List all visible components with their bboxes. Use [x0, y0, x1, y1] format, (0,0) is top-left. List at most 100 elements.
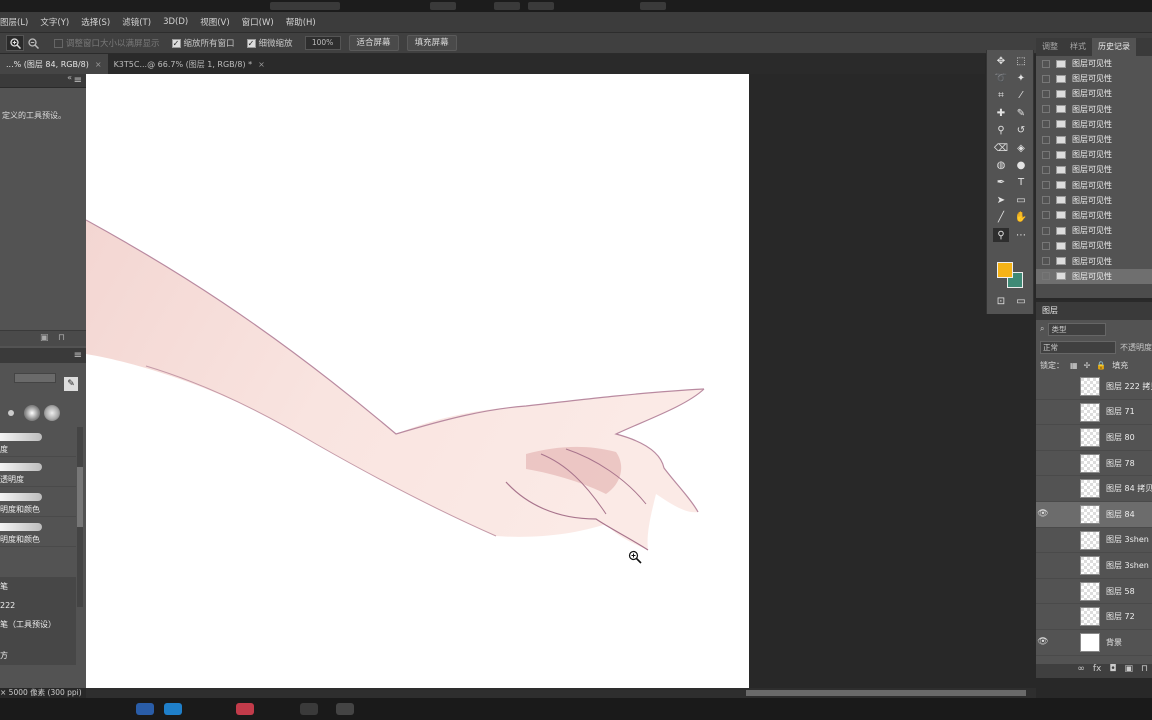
history-row[interactable]: 图层可见性 — [1036, 178, 1152, 193]
brush-settings-icon[interactable]: ✎ — [64, 377, 78, 391]
menu-help[interactable]: 帮助(H) — [286, 16, 316, 28]
marquee-icon[interactable]: ⬚ — [1013, 54, 1029, 68]
history-snapshot-box[interactable] — [1042, 135, 1050, 144]
history-snapshot-box[interactable] — [1042, 181, 1050, 190]
panel-menu-icon[interactable]: ≡ — [74, 75, 82, 86]
taskbar-app-icon[interactable] — [336, 703, 354, 715]
path-select-icon[interactable]: ➤ — [993, 193, 1009, 207]
delete-layer-icon[interactable]: ⊓ — [1141, 664, 1148, 678]
type-icon[interactable]: T — [1013, 176, 1029, 190]
scrollbar-thumb[interactable] — [77, 467, 83, 527]
lock-pixels-icon[interactable]: ▦ — [1070, 361, 1078, 370]
history-row[interactable]: 图层可见性 — [1036, 56, 1152, 71]
history-snapshot-box[interactable] — [1042, 74, 1050, 83]
lasso-icon[interactable]: ➰ — [993, 71, 1009, 85]
brush-size-field[interactable] — [14, 373, 56, 383]
taskbar-app-icon[interactable] — [236, 703, 254, 715]
history-row[interactable]: 图层可见性 — [1036, 147, 1152, 162]
brush-icon[interactable]: ✎ — [1013, 106, 1029, 120]
history-snapshot-box[interactable] — [1042, 150, 1050, 159]
more-tools-icon[interactable]: ⋯ — [1013, 228, 1029, 242]
layer-row[interactable]: 图层 3shen — [1036, 528, 1152, 554]
history-row[interactable]: 图层可见性 — [1036, 86, 1152, 101]
taskbar-app-icon[interactable] — [164, 703, 182, 715]
fill-screen-button[interactable]: 填充屏幕 — [406, 35, 457, 51]
hand-icon[interactable]: ✋ — [1013, 211, 1029, 225]
layer-row[interactable]: 图层 3shen — [1036, 553, 1152, 579]
menu-type[interactable]: 文字(Y) — [40, 16, 69, 28]
tool-preset-item[interactable]: 方 — [0, 646, 76, 665]
menu-view[interactable]: 视图(V) — [200, 16, 229, 28]
new-layer-icon[interactable]: ▣ — [1124, 664, 1133, 678]
layer-row[interactable]: 图层 78 — [1036, 451, 1152, 477]
magic-wand-icon[interactable]: ✦ — [1013, 71, 1029, 85]
brush-tip-small[interactable] — [8, 410, 14, 416]
scrollbar-thumb[interactable] — [746, 690, 1026, 696]
dodge-icon[interactable]: ● — [1013, 158, 1029, 172]
history-row[interactable]: 图层可见性 — [1036, 71, 1152, 86]
history-row[interactable]: 图层可见性 — [1036, 102, 1152, 117]
layer-row[interactable]: 图层 72 — [1036, 604, 1152, 630]
layer-row[interactable]: 图层 84 拷贝 — [1036, 476, 1152, 502]
crop-icon[interactable]: ⌗ — [993, 89, 1009, 103]
document-tab-2[interactable]: K3T5C...@ 66.7% (图层 1, RGB/8) * × — [108, 54, 271, 74]
layer-row[interactable]: 图层 58 — [1036, 579, 1152, 605]
paint-bucket-icon[interactable]: ◈ — [1013, 141, 1029, 155]
zoom-all-windows-checkbox[interactable]: ✓ 缩放所有窗口 — [171, 37, 235, 49]
foreground-color-swatch[interactable] — [997, 262, 1013, 278]
layer-style-icon[interactable]: fx — [1093, 664, 1102, 678]
tool-preset-item[interactable]: 222 — [0, 596, 76, 615]
history-snapshot-box[interactable] — [1042, 257, 1050, 266]
shape-icon[interactable]: ▭ — [1013, 193, 1029, 207]
lock-position-icon[interactable]: ✢ — [1084, 361, 1091, 370]
new-preset-icon[interactable]: ▣ — [40, 333, 49, 343]
tool-preset-item[interactable]: 笔 — [0, 577, 76, 596]
taskbar-app-icon[interactable] — [300, 703, 318, 715]
history-snapshot-box[interactable] — [1042, 120, 1050, 129]
canvas-horizontal-scrollbar[interactable] — [86, 688, 1036, 698]
layer-row[interactable]: 图层 80 — [1036, 425, 1152, 451]
eraser-icon[interactable]: ⌫ — [993, 141, 1009, 155]
history-snapshot-box[interactable] — [1042, 165, 1050, 174]
fit-screen-button[interactable]: 适合屏幕 — [348, 35, 399, 51]
layer-row[interactable]: 👁 图层 84 — [1036, 501, 1152, 528]
layer-kind-select[interactable]: 类型 — [1048, 322, 1107, 336]
resize-windows-checkbox[interactable]: 调整窗口大小以满屏显示 — [54, 37, 160, 49]
menu-select[interactable]: 选择(S) — [81, 16, 110, 28]
tab-adjustments[interactable]: 调整 — [1036, 38, 1064, 56]
tab-styles[interactable]: 样式 — [1064, 38, 1092, 56]
zoom-percent-field[interactable]: 100% — [304, 36, 341, 50]
collapse-icon[interactable]: « — [67, 73, 72, 82]
zoom-in-icon[interactable] — [6, 35, 24, 51]
history-snapshot-box[interactable] — [1042, 105, 1050, 114]
brush-tip-round[interactable] — [44, 405, 60, 421]
delete-preset-icon[interactable]: ⊓ — [58, 333, 65, 343]
history-row[interactable]: 图层可见性 — [1036, 162, 1152, 177]
pen-icon[interactable]: ✒ — [993, 176, 1009, 190]
brush-list-item[interactable]: 明度和颜色 — [0, 487, 76, 517]
menu-layer[interactable]: 图层(L) — [0, 16, 28, 28]
zoom-icon[interactable]: ⚲ — [993, 228, 1009, 242]
lock-all-icon[interactable]: 🔒 — [1096, 361, 1106, 370]
menu-3d[interactable]: 3D(D) — [163, 17, 188, 27]
history-row[interactable]: 图层可见性 — [1036, 117, 1152, 132]
screen-mode-icon[interactable]: ▭ — [1013, 294, 1029, 308]
link-layers-icon[interactable]: ∞ — [1077, 664, 1085, 678]
history-row[interactable]: 图层可见性 — [1036, 208, 1152, 223]
history-row[interactable]: 图层可见性 — [1036, 223, 1152, 238]
brush-list-item[interactable]: 度 — [0, 427, 76, 457]
menu-window[interactable]: 窗口(W) — [242, 16, 274, 28]
history-snapshot-box[interactable] — [1042, 272, 1050, 281]
eye-icon[interactable]: 👁 — [1036, 637, 1050, 647]
brush-tip-soft[interactable] — [24, 405, 40, 421]
history-row[interactable]: 图层可见性 — [1036, 268, 1152, 284]
brush-list-item[interactable]: 透明度 — [0, 457, 76, 487]
layer-row[interactable]: 图层 222 拷贝 — [1036, 374, 1152, 400]
history-brush-icon[interactable]: ↺ — [1013, 124, 1029, 138]
history-snapshot-box[interactable] — [1042, 196, 1050, 205]
eyedropper-icon[interactable]: ⁄ — [1013, 89, 1029, 103]
history-row[interactable]: 图层可见性 — [1036, 193, 1152, 208]
document-tab-1[interactable]: ...% (图层 84, RGB/8) × — [0, 54, 108, 74]
tool-preset-item[interactable]: 笔（工具预设） — [0, 615, 76, 634]
line-icon[interactable]: ╱ — [993, 211, 1009, 225]
